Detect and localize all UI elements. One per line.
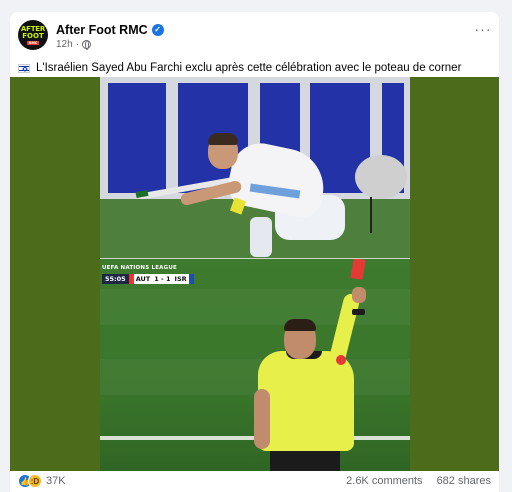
competition-label: UEFA NATIONS LEAGUE: [102, 265, 177, 271]
home-team: AUT: [133, 274, 153, 284]
post-timestamp[interactable]: 12h: [56, 39, 73, 50]
caption-text: L'Israélien Sayed Abu Farchi exclu après…: [36, 62, 462, 74]
red-card: [350, 259, 366, 280]
post-caption: L'Israélien Sayed Abu Farchi exclu après…: [18, 60, 461, 76]
video-frame-celebration: [100, 77, 410, 259]
page-name-link[interactable]: After Foot RMC: [56, 23, 148, 37]
scoreboard: 55:05 AUT 1 - 1 ISR: [102, 274, 194, 284]
israel-flag-icon: [18, 63, 30, 73]
comments-count-link[interactable]: 2.6K comments: [346, 475, 422, 487]
away-team: ISR: [172, 274, 189, 284]
page-avatar[interactable]: AFTER FOOT RMC: [18, 20, 48, 50]
avatar-text-3: RMC: [26, 40, 40, 45]
boom-microphone: [355, 155, 407, 199]
video-frame-red-card: UEFA NATIONS LEAGUE 55:05 AUT 1 - 1 ISR: [100, 259, 410, 474]
post-meta: 12h ·: [56, 39, 92, 50]
verified-badge-icon: ✓: [151, 24, 164, 36]
video-player[interactable]: UEFA NATIONS LEAGUE 55:05 AUT 1 - 1 ISR: [100, 77, 410, 474]
reactions-summary[interactable]: 👍 :D 37K: [18, 473, 66, 489]
reaction-count: 37K: [46, 475, 66, 487]
shares-count-link[interactable]: 682 shares: [437, 475, 491, 487]
post-stats: 2.6K comments 682 shares: [346, 473, 491, 489]
referee: [258, 351, 354, 451]
post-card: AFTER FOOT RMC After Foot RMC ✓ 12h · ··…: [10, 12, 499, 492]
engagement-bar: 👍 :D 37K 2.6K comments 682 shares: [10, 471, 499, 492]
post-header: AFTER FOOT RMC After Foot RMC ✓ 12h · ··…: [10, 12, 499, 58]
globe-icon: [82, 40, 92, 50]
page-name-row: After Foot RMC ✓: [56, 22, 164, 38]
match-clock: 55:05: [102, 274, 129, 284]
meta-separator: ·: [75, 39, 80, 50]
more-options-button[interactable]: ···: [473, 22, 493, 38]
avatar-text-2: FOOT: [22, 31, 44, 40]
post-media[interactable]: UEFA NATIONS LEAGUE 55:05 AUT 1 - 1 ISR: [10, 77, 499, 474]
match-score: 1 - 1: [152, 274, 173, 284]
haha-reaction-icon: :D: [28, 474, 42, 488]
